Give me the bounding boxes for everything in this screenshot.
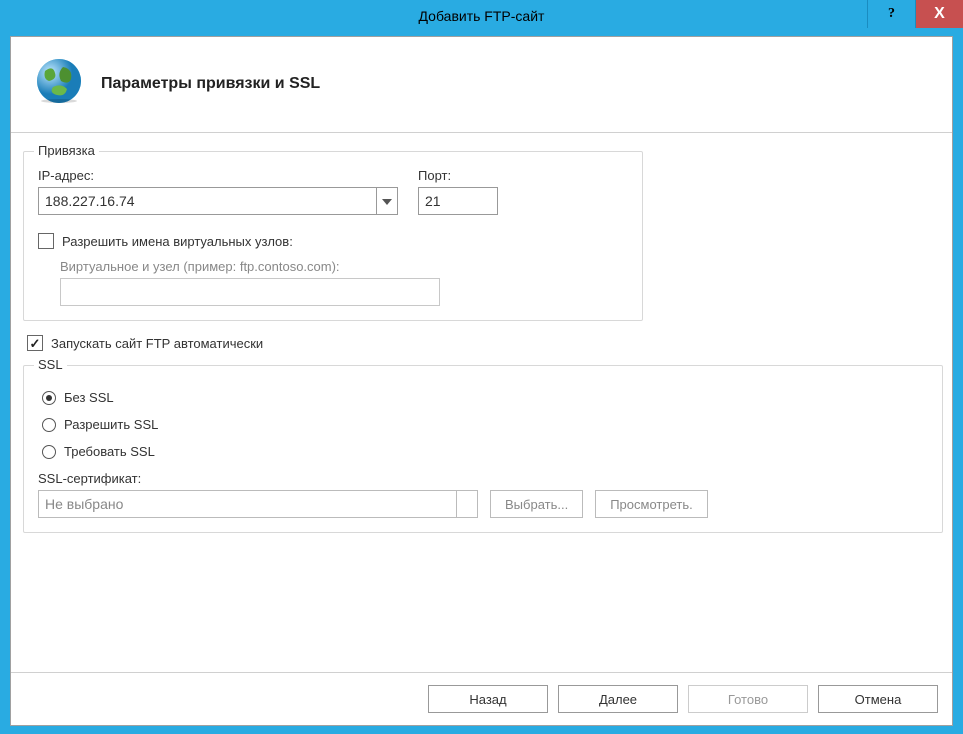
binding-legend: Привязка: [34, 143, 99, 158]
ssl-require-radio[interactable]: [42, 445, 56, 459]
globe-icon: [35, 57, 83, 110]
ssl-select-button: Выбрать...: [490, 490, 583, 518]
ssl-cert-label: SSL-сертификат:: [38, 471, 928, 486]
wizard-header: Параметры привязки и SSL: [11, 37, 952, 133]
ssl-allow-radio[interactable]: [42, 418, 56, 432]
page-title: Параметры привязки и SSL: [101, 75, 320, 93]
ssl-cert-dropdown-button[interactable]: [456, 490, 478, 518]
allow-virtual-row: Разрешить имена виртуальных узлов:: [38, 233, 628, 249]
ssl-group: SSL Без SSL Разрешить SSL Требовать SSL …: [23, 365, 943, 533]
cancel-button[interactable]: Отмена: [818, 685, 938, 713]
ssl-option-none: Без SSL: [42, 390, 928, 405]
port-label: Порт:: [418, 168, 508, 183]
close-button[interactable]: X: [915, 0, 963, 28]
ip-address-input[interactable]: [38, 187, 376, 215]
title-button-group: ? X: [867, 0, 963, 32]
ip-label: IP-адрес:: [38, 168, 398, 183]
next-button[interactable]: Далее: [558, 685, 678, 713]
ssl-cert-combo[interactable]: [38, 490, 478, 518]
port-input[interactable]: [418, 187, 498, 215]
help-button[interactable]: ?: [867, 0, 915, 28]
ssl-cert-input: [38, 490, 456, 518]
ssl-legend: SSL: [34, 357, 67, 372]
ssl-none-radio[interactable]: [42, 391, 56, 405]
back-button[interactable]: Назад: [428, 685, 548, 713]
virtual-host-input: [60, 278, 440, 306]
wizard-body: Привязка IP-адрес: Порт:: [11, 133, 952, 672]
autostart-label: Запускать сайт FTP автоматически: [51, 336, 263, 351]
wizard-window: Добавить FTP-сайт ? X Пара: [0, 0, 963, 734]
autostart-checkbox[interactable]: [27, 335, 43, 351]
wizard-footer: Назад Далее Готово Отмена: [11, 672, 952, 725]
ssl-require-label: Требовать SSL: [64, 444, 155, 459]
ssl-option-allow: Разрешить SSL: [42, 417, 928, 432]
ssl-view-button: Просмотреть.: [595, 490, 708, 518]
ssl-none-label: Без SSL: [64, 390, 114, 405]
finish-button: Готово: [688, 685, 808, 713]
window-title: Добавить FTP-сайт: [0, 8, 963, 24]
ssl-option-require: Требовать SSL: [42, 444, 928, 459]
virtual-host-label: Виртуальное и узел (пример: ftp.contoso.…: [60, 259, 628, 274]
allow-virtual-checkbox[interactable]: [38, 233, 54, 249]
ip-address-combo[interactable]: [38, 187, 398, 215]
autostart-row: Запускать сайт FTP автоматически: [27, 335, 940, 351]
allow-virtual-label: Разрешить имена виртуальных узлов:: [62, 234, 293, 249]
ssl-allow-label: Разрешить SSL: [64, 417, 158, 432]
client-area: Параметры привязки и SSL Привязка IP-адр…: [10, 36, 953, 726]
chevron-down-icon: [382, 192, 392, 210]
ip-dropdown-button[interactable]: [376, 187, 398, 215]
titlebar: Добавить FTP-сайт ? X: [0, 0, 963, 32]
virtual-host-field: Виртуальное и узел (пример: ftp.contoso.…: [60, 259, 628, 306]
binding-group: Привязка IP-адрес: Порт:: [23, 151, 643, 321]
